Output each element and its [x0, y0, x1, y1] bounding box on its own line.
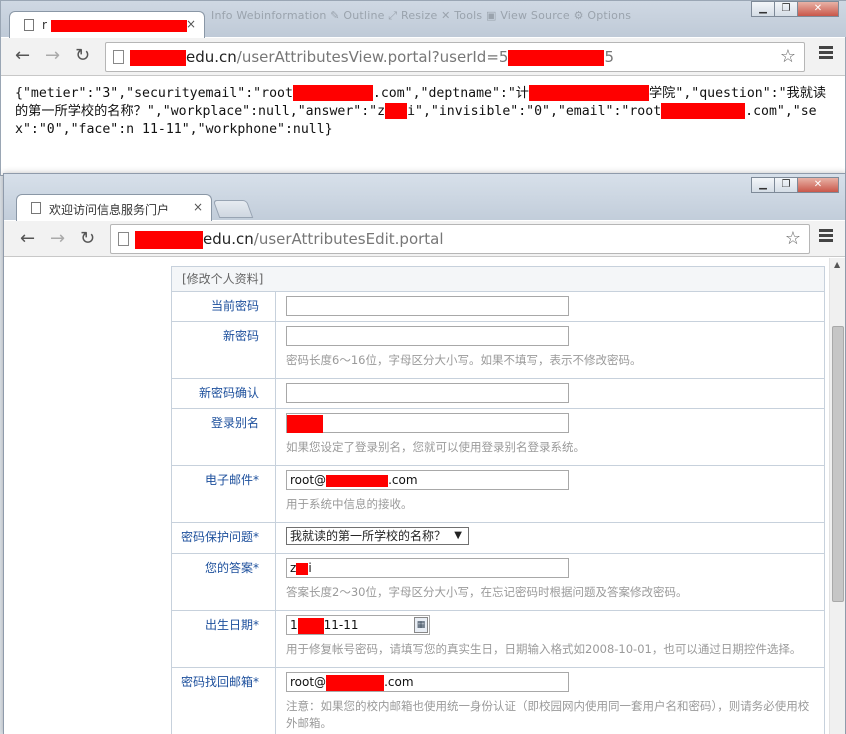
- close-window-button[interactable]: ✕: [797, 177, 839, 193]
- back-address-bar[interactable]: edu.cn/userAttributesView.portal?userId=…: [105, 42, 805, 72]
- label-answer: 您的答案*: [172, 554, 276, 610]
- current-password-input[interactable]: [286, 296, 569, 316]
- redacted-block: [292, 85, 373, 101]
- redacted-block: [130, 49, 186, 66]
- back-tab-strip: Info Webinformation ✎ Outline ⤢ Resize ✕…: [1, 1, 846, 38]
- redacted-block: [296, 562, 309, 575]
- front-toolbar: ← → ↻ edu.cn/userAttributesEdit.portal ☆: [4, 221, 845, 257]
- row-answer: 您的答案* zi 答案长度2～30位，字母区分大小写，在忘记密码时根据问题及答案…: [171, 554, 825, 611]
- menu-icon[interactable]: [819, 46, 833, 61]
- back-arrow-icon[interactable]: ←: [20, 230, 35, 248]
- hint-answer: 答案长度2～30位，字母区分大小写，在忘记密码时根据问题及答案修改密码。: [286, 585, 688, 599]
- close-icon[interactable]: ×: [186, 17, 196, 31]
- close-window-button[interactable]: ✕: [797, 1, 839, 17]
- login-alias-input[interactable]: [286, 413, 569, 433]
- row-recovery-email: 密码找回邮箱* root@ .com 注意：如果您的校内邮箱也使用统一身份认证（即…: [171, 668, 825, 734]
- scrollbar-thumb[interactable]: [832, 326, 844, 602]
- new-tab-button[interactable]: [212, 200, 254, 218]
- row-birthday: 出生日期* 1 11-11 ▦ 用于修复帐号密码，请填写您的真实生日，日期输入格式如…: [171, 611, 825, 668]
- redacted-block: [326, 474, 389, 487]
- row-new-password: 新密码 密码长度6～16位，字母区分大小写。如果不填写，表示不修改密码。: [171, 322, 825, 379]
- close-icon[interactable]: ×: [193, 200, 203, 214]
- page-icon: [118, 232, 129, 246]
- form-title: [修改个人资料]: [171, 267, 825, 292]
- back-arrow-icon[interactable]: ←: [15, 47, 30, 65]
- menu-icon[interactable]: [819, 229, 833, 244]
- redacted-block: [50, 19, 187, 32]
- calendar-icon[interactable]: ▦: [414, 617, 428, 633]
- redacted-block: [385, 103, 408, 119]
- front-url: edu.cn/userAttributesEdit.portal: [135, 230, 444, 249]
- label-birthday: 出生日期*: [172, 611, 276, 667]
- hint-birthday: 用于修复帐号密码，请填写您的真实生日，日期输入格式如2008-10-01，也可以…: [286, 642, 802, 656]
- redacted-block: [661, 103, 746, 119]
- redacted-block: [529, 85, 649, 101]
- reload-icon[interactable]: ↻: [80, 230, 95, 248]
- label-security-question: 密码保护问题*: [172, 523, 276, 553]
- row-login-alias: 登录别名 如果您设定了登录别名，您就可以使用登录别名登录系统。: [171, 409, 825, 466]
- minimize-button[interactable]: ▁: [751, 177, 775, 193]
- front-tab-title: 欢迎访问信息服务门户: [49, 203, 170, 217]
- recovery-email-input[interactable]: root@ .com: [286, 672, 569, 692]
- ghost-extension-toolbar: Info Webinformation ✎ Outline ⤢ Resize ✕…: [211, 9, 632, 22]
- star-icon[interactable]: ☆: [780, 46, 796, 67]
- forward-arrow-icon[interactable]: →: [45, 47, 60, 65]
- confirm-password-input[interactable]: [286, 383, 569, 403]
- reload-icon[interactable]: ↻: [75, 47, 90, 65]
- hint-email: 用于系统中信息的接收。: [286, 497, 413, 511]
- back-tab[interactable]: r ×: [9, 11, 205, 38]
- redacted-block: [287, 414, 323, 433]
- front-tab[interactable]: 欢迎访问信息服务门户 ×: [16, 194, 212, 221]
- hint-login-alias: 如果您设定了登录别名，您就可以使用登录别名登录系统。: [286, 440, 585, 454]
- label-current-password: 当前密码: [172, 292, 276, 321]
- label-email: 电子邮件*: [172, 466, 276, 522]
- vertical-scrollbar[interactable]: ▲: [829, 258, 845, 734]
- hint-recovery-email: 注意：如果您的校内邮箱也使用统一身份认证（即校园网内使用同一套用户名和密码），则…: [286, 699, 810, 730]
- front-browser-window: 欢迎访问信息服务门户 × ▁ ❐ ✕ ← → ↻ edu.cn/userAttr…: [3, 173, 846, 734]
- row-current-password: 当前密码: [171, 292, 825, 322]
- front-window-controls: ▁ ❐ ✕: [751, 177, 839, 193]
- label-new-password: 新密码: [172, 322, 276, 378]
- front-address-bar[interactable]: edu.cn/userAttributesEdit.portal ☆: [110, 224, 810, 254]
- back-window-controls: ▁ ❐ ✕: [751, 1, 839, 17]
- page-viewport: [修改个人资料] 当前密码 新密码 密码长度6～16位，字母区分大小写。如果不填…: [4, 258, 845, 734]
- star-icon[interactable]: ☆: [785, 228, 801, 249]
- answer-input[interactable]: zi: [286, 558, 569, 578]
- security-question-select[interactable]: 我就读的第一所学校的名称？ ▼: [286, 527, 469, 545]
- new-password-input[interactable]: [286, 326, 569, 346]
- redacted-block: [297, 617, 324, 634]
- redacted-block: [326, 674, 385, 691]
- back-browser-window: Info Webinformation ✎ Outline ⤢ Resize ✕…: [0, 0, 846, 176]
- page-icon: [113, 50, 124, 64]
- json-response-text: {"metier":"3","securityemail":"root .com"…: [15, 85, 827, 137]
- front-tab-strip: 欢迎访问信息服务门户 × ▁ ❐ ✕: [4, 174, 845, 221]
- label-login-alias: 登录别名: [172, 409, 276, 465]
- maximize-button[interactable]: ❐: [774, 1, 798, 17]
- row-confirm-password: 新密码确认: [171, 379, 825, 409]
- scroll-up-arrow-icon[interactable]: ▲: [834, 260, 840, 269]
- label-recovery-email: 密码找回邮箱*: [172, 668, 276, 734]
- page-icon: [24, 19, 34, 31]
- minimize-button[interactable]: ▁: [751, 1, 775, 17]
- email-input[interactable]: root@ .com: [286, 470, 569, 490]
- back-toolbar: ← → ↻ edu.cn/userAttributesView.portal?u…: [1, 38, 845, 76]
- birthday-input[interactable]: 1 11-11 ▦: [286, 615, 430, 635]
- page-icon: [31, 202, 41, 214]
- row-email: 电子邮件* root@ .com 用于系统中信息的接收。: [171, 466, 825, 523]
- profile-edit-form: [修改个人资料] 当前密码 新密码 密码长度6～16位，字母区分大小写。如果不填…: [171, 266, 825, 734]
- chevron-down-icon: ▼: [454, 530, 462, 541]
- back-url: edu.cn/userAttributesView.portal?userId=…: [130, 48, 614, 66]
- row-security-question: 密码保护问题* 我就读的第一所学校的名称？ ▼: [171, 523, 825, 554]
- back-tab-title: r: [42, 18, 187, 32]
- maximize-button[interactable]: ❐: [774, 177, 798, 193]
- redacted-block: [135, 230, 203, 249]
- forward-arrow-icon[interactable]: →: [50, 230, 65, 248]
- label-confirm-password: 新密码确认: [172, 379, 276, 408]
- redacted-block: [508, 49, 605, 66]
- hint-new-password: 密码长度6～16位，字母区分大小写。如果不填写，表示不修改密码。: [286, 353, 642, 367]
